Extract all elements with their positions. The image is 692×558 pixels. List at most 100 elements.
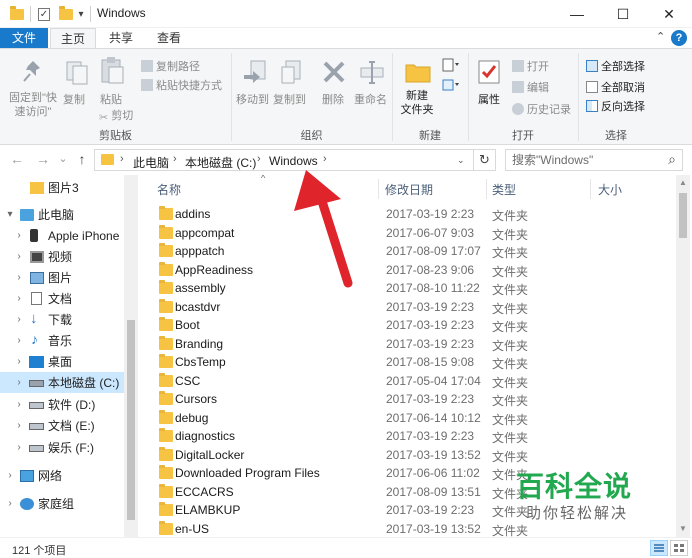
collapsed-chevron-icon[interactable]: › (14, 230, 24, 241)
tab-view[interactable]: 查看 (146, 28, 192, 48)
paste-shortcut-button[interactable]: 粘贴快捷方式 (141, 77, 222, 93)
expanded-chevron-icon[interactable]: ▾ (5, 209, 15, 220)
maximize-button[interactable]: ☐ (600, 0, 646, 28)
file-row[interactable]: debug 2017-06-14 10:12 文件夹 (148, 409, 668, 427)
file-row[interactable]: Cursors 2017-03-19 2:23 文件夹 (148, 390, 668, 408)
tab-home[interactable]: 主页 (50, 28, 96, 48)
nav-item-this-pc[interactable]: ▾ 此电脑 (0, 204, 124, 225)
help-icon[interactable]: ? (671, 30, 687, 46)
recent-locations-button[interactable]: ⌄ (54, 152, 72, 165)
new-folder-quick-icon[interactable] (58, 5, 74, 22)
new-item-icon[interactable] (441, 57, 459, 73)
collapsed-chevron-icon[interactable]: › (14, 420, 24, 431)
cut-button[interactable]: ✂ 剪切 (99, 107, 133, 124)
breadcrumb-this-pc[interactable]: 此电脑 (133, 154, 169, 171)
nav-item-music[interactable]: › ♪ 音乐 (0, 330, 124, 351)
collapsed-chevron-icon[interactable]: › (14, 377, 24, 388)
collapsed-chevron-icon[interactable]: › (14, 314, 24, 325)
file-row[interactable]: assembly 2017-08-10 11:22 文件夹 (148, 279, 668, 297)
nav-item-homegroup[interactable]: › 家庭组 (0, 493, 124, 514)
copy-to-button[interactable]: 复制到 (273, 91, 306, 107)
large-icons-view-button[interactable] (670, 540, 688, 556)
nav-item-videos[interactable]: › 视频 (0, 246, 124, 267)
collapsed-chevron-icon[interactable]: › (14, 399, 24, 410)
pin-quick-access-button[interactable]: 固定到"快 速访问" (7, 91, 59, 119)
quick-access-dropdown-icon[interactable]: ▾ (75, 6, 87, 22)
history-button[interactable]: 历史记录 (512, 101, 571, 117)
collapsed-chevron-icon[interactable]: › (14, 356, 24, 367)
column-header-type[interactable]: 类型 (492, 181, 516, 198)
nav-item-drive-e[interactable]: › 文档 (E:) (0, 415, 124, 436)
folder-icon[interactable] (9, 5, 25, 22)
move-to-button[interactable]: 移动到 (236, 91, 269, 107)
column-divider[interactable] (378, 179, 379, 199)
refresh-button[interactable]: ↻ (474, 149, 496, 171)
collapse-ribbon-icon[interactable]: ⌃ (656, 30, 665, 43)
nav-item-drive-d[interactable]: › 软件 (D:) (0, 394, 124, 415)
copy-path-button[interactable]: 复制路径 (141, 58, 200, 74)
file-row[interactable]: diagnostics 2017-03-19 2:23 文件夹 (148, 427, 668, 445)
file-list-scroll-thumb[interactable] (679, 193, 687, 238)
file-row[interactable]: apppatch 2017-08-09 17:07 文件夹 (148, 242, 668, 260)
breadcrumb-local-disk[interactable]: 本地磁盘 (C:) (185, 154, 256, 171)
column-header-size[interactable]: 大小 (598, 181, 622, 198)
search-input[interactable] (506, 150, 656, 170)
collapsed-chevron-icon[interactable]: › (5, 470, 15, 481)
collapsed-chevron-icon[interactable]: › (14, 335, 24, 346)
back-button[interactable]: ← (8, 151, 26, 167)
rename-button[interactable]: 重命名 (354, 91, 387, 107)
nav-item-drive-f[interactable]: › 娱乐 (F:) (0, 437, 124, 458)
file-row[interactable]: bcastdvr 2017-03-19 2:23 文件夹 (148, 298, 668, 316)
nav-item-desktop[interactable]: › 桌面 (0, 351, 124, 372)
collapsed-chevron-icon[interactable]: › (14, 251, 24, 262)
file-row[interactable]: Branding 2017-03-19 2:23 文件夹 (148, 335, 668, 353)
collapsed-chevron-icon[interactable]: › (5, 498, 15, 509)
file-row[interactable]: CSC 2017-05-04 17:04 文件夹 (148, 372, 668, 390)
minimize-button[interactable]: — (554, 0, 600, 28)
nav-item-downloads[interactable]: › ↓ 下载 (0, 309, 124, 330)
breadcrumb-windows[interactable]: Windows (269, 154, 318, 168)
column-divider[interactable] (590, 179, 591, 199)
column-header-name[interactable]: 名称 (157, 181, 181, 198)
properties-quick-icon[interactable]: ✓ (36, 6, 52, 22)
select-none-button[interactable]: 全部取消 (586, 79, 645, 95)
search-box[interactable]: ⌕ (505, 149, 683, 171)
delete-button[interactable]: 删除 (322, 91, 344, 107)
nav-item-documents[interactable]: › 文档 (0, 288, 124, 309)
nav-item-network[interactable]: › 网络 (0, 465, 124, 486)
file-row[interactable]: CbsTemp 2017-08-15 9:08 文件夹 (148, 353, 668, 371)
forward-button[interactable]: → (34, 151, 52, 167)
column-header-modified[interactable]: 修改日期 (385, 181, 433, 198)
collapsed-chevron-icon[interactable]: › (14, 442, 24, 453)
nav-pane-scrollbar[interactable] (124, 175, 138, 537)
nav-item-pictures[interactable]: › 图片 (0, 267, 124, 288)
column-divider[interactable] (486, 179, 487, 199)
address-dropdown-icon[interactable]: ⌄ (457, 155, 465, 166)
tab-share[interactable]: 共享 (98, 28, 144, 48)
file-row[interactable]: AppReadiness 2017-08-23 9:06 文件夹 (148, 261, 668, 279)
open-button[interactable]: 打开 (512, 58, 549, 74)
nav-pane-scroll-thumb[interactable] (127, 320, 135, 520)
file-row[interactable]: addins 2017-03-19 2:23 文件夹 (148, 205, 668, 223)
tab-file[interactable]: 文件 (0, 28, 48, 48)
close-button[interactable]: ✕ (646, 0, 692, 28)
invert-selection-button[interactable]: 反向选择 (586, 98, 645, 114)
copy-button[interactable]: 复制 (63, 91, 85, 107)
file-row[interactable]: Boot 2017-03-19 2:23 文件夹 (148, 316, 668, 334)
collapsed-chevron-icon[interactable]: › (14, 272, 24, 283)
new-folder-button[interactable]: 新建 文件夹 (399, 89, 435, 117)
nav-item-local-disk-c[interactable]: › 本地磁盘 (C:) (0, 372, 124, 393)
up-button[interactable]: ↑ (73, 151, 91, 167)
nav-item-pictures3[interactable]: 图片3 (0, 177, 124, 198)
address-bar[interactable]: › 此电脑 › 本地磁盘 (C:) › Windows › ⌄ (94, 149, 474, 171)
file-row[interactable]: appcompat 2017-06-07 9:03 文件夹 (148, 224, 668, 242)
scroll-up-icon[interactable]: ▲ (676, 178, 690, 187)
edit-button[interactable]: 编辑 (512, 79, 549, 95)
properties-button[interactable]: 属性 (478, 91, 500, 107)
details-view-button[interactable] (650, 540, 668, 556)
paste-button[interactable]: 粘贴 (100, 91, 122, 107)
nav-item-apple-iphone[interactable]: › Apple iPhone (0, 225, 124, 246)
collapsed-chevron-icon[interactable]: › (14, 293, 24, 304)
select-all-button[interactable]: 全部选择 (586, 58, 645, 74)
easy-access-icon[interactable] (441, 77, 459, 93)
